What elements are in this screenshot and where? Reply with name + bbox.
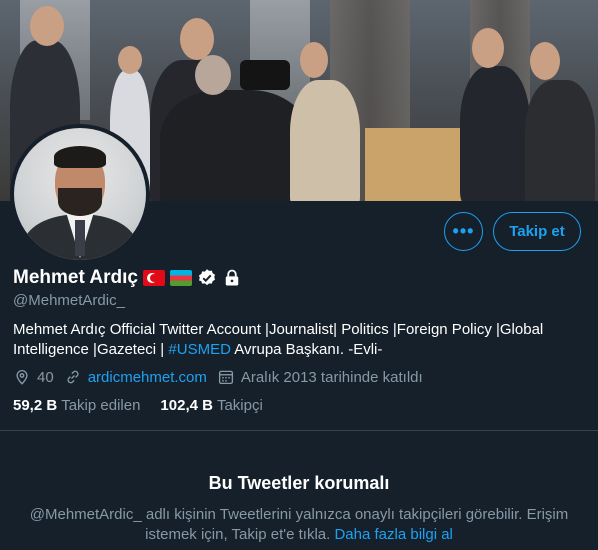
following-label: Takip edilen bbox=[61, 397, 141, 414]
verified-badge-icon bbox=[198, 269, 215, 286]
lock-icon bbox=[225, 269, 239, 286]
location-text: 40 bbox=[37, 368, 54, 386]
website-link[interactable]: ardicmehmet.com bbox=[88, 369, 207, 386]
profile-location: 40 bbox=[13, 368, 54, 386]
joined-text: Aralık 2013 tarihinde katıldı bbox=[240, 368, 423, 386]
location-pin-icon bbox=[16, 370, 28, 385]
banner-person bbox=[525, 80, 595, 201]
section-divider bbox=[0, 430, 598, 431]
followers-count: 102,4 B bbox=[160, 397, 213, 414]
banner-person-head bbox=[530, 42, 560, 80]
banner-person-head bbox=[30, 6, 64, 46]
protected-message-text: @MehmetArdic_ adlı kişinin Tweetlerini y… bbox=[29, 506, 569, 543]
banner-camera bbox=[240, 60, 290, 90]
profile-website[interactable]: ardicmehmet.com bbox=[64, 368, 207, 386]
profile-avatar-ring[interactable] bbox=[10, 124, 150, 264]
bio-text-tail: Avrupa Başkanı. -Evli- bbox=[230, 341, 383, 358]
profile-meta-row: 40 ardicmehmet.com Aralık 2013 tarihinde… bbox=[13, 368, 433, 386]
profile-handle: @MehmetArdic_ bbox=[13, 292, 125, 309]
banner-person bbox=[160, 90, 310, 201]
banner-podium bbox=[365, 128, 465, 201]
azerbaijan-flag-icon bbox=[169, 270, 192, 286]
profile-stats: 59,2 B Takip edilen 102,4 B Takipçi bbox=[13, 397, 283, 414]
banner-person-head bbox=[300, 42, 328, 78]
protected-tweets-title: Bu Tweetler korumalı bbox=[208, 473, 390, 493]
followers-stat[interactable]: 102,4 B Takipçi bbox=[160, 397, 262, 414]
banner-person-head bbox=[472, 28, 504, 68]
turkey-flag-icon bbox=[142, 270, 165, 286]
calendar-icon bbox=[218, 370, 233, 385]
profile-name-row: Mehmet Ardıç bbox=[13, 267, 242, 289]
banner-person bbox=[290, 80, 360, 201]
profile-name: Mehmet Ardıç bbox=[13, 267, 138, 288]
avatar-beard bbox=[58, 188, 102, 216]
profile-joined: Aralık 2013 tarihinde katıldı bbox=[217, 368, 423, 386]
more-options-button[interactable]: ••• bbox=[444, 212, 483, 251]
avatar-tie bbox=[75, 220, 85, 256]
banner-person bbox=[460, 66, 530, 201]
followers-label: Takipçi bbox=[216, 397, 263, 414]
avatar[interactable] bbox=[14, 128, 146, 260]
banner-person-head bbox=[118, 46, 142, 74]
follow-button[interactable]: Takip et bbox=[493, 212, 581, 251]
profile-bio: Mehmet Ardıç Official Twitter Account |J… bbox=[13, 320, 573, 360]
bio-hashtag-link[interactable]: #USMED bbox=[168, 341, 231, 358]
link-icon bbox=[67, 370, 79, 384]
banner-person-head bbox=[195, 55, 231, 95]
avatar-hair bbox=[54, 146, 106, 168]
protected-tweets-message: @MehmetArdic_ adlı kişinin Tweetlerini y… bbox=[20, 505, 578, 545]
following-stat[interactable]: 59,2 B Takip edilen bbox=[13, 397, 140, 414]
following-count: 59,2 B bbox=[13, 397, 58, 414]
learn-more-link[interactable]: Daha fazla bilgi al bbox=[334, 526, 452, 543]
banner-person-head bbox=[180, 18, 214, 60]
